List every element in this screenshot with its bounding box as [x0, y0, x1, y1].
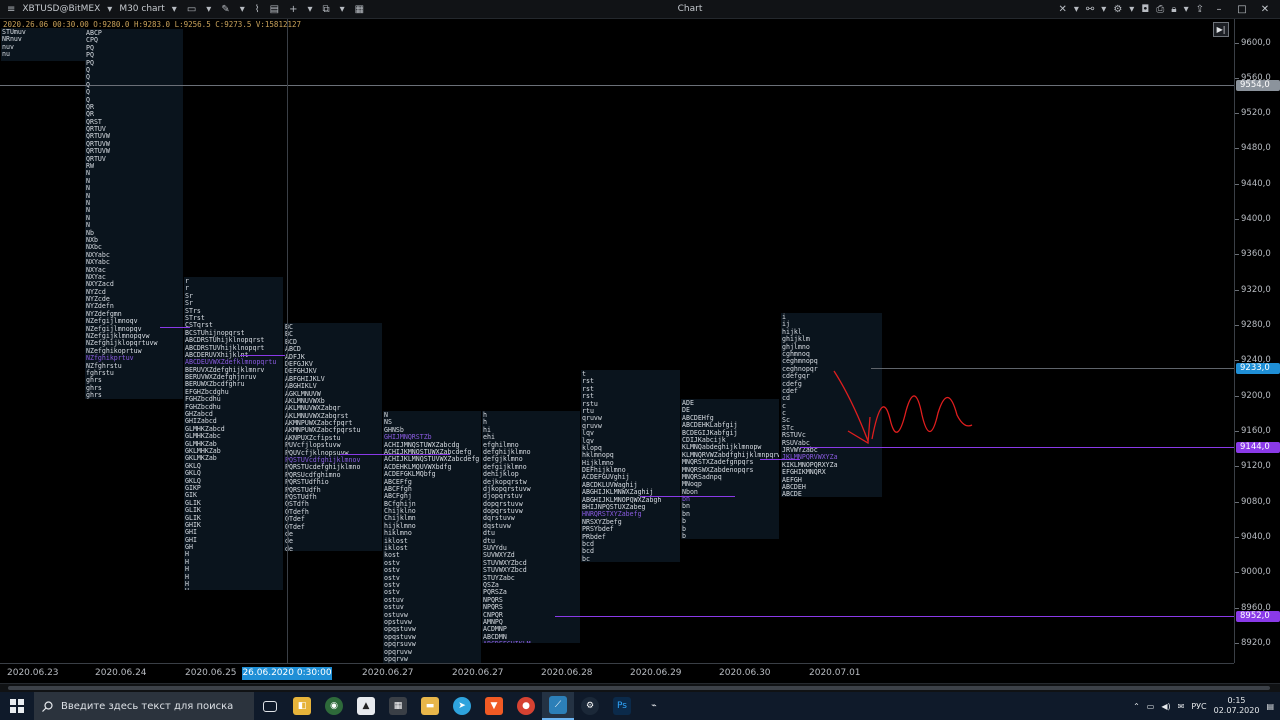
chevron-down-icon[interactable]: ▾: [1071, 0, 1082, 19]
price-badge-8952: 8952,0: [1236, 611, 1280, 622]
annotation-wave: [871, 395, 973, 440]
price-badge-9233: 9233,0: [1236, 363, 1280, 374]
photoshop-icon[interactable]: Ps: [606, 692, 638, 720]
price-badge-9554: 9554,0: [1236, 80, 1280, 91]
price-tick: 9360,0: [1235, 249, 1280, 259]
price-tick: 9280,0: [1235, 320, 1280, 330]
network-tool-icon[interactable]: ⌁: [638, 692, 670, 720]
window-title: Chart: [677, 4, 703, 14]
chevron-down-icon[interactable]: ▾: [304, 0, 315, 19]
crosshair-icon[interactable]: ✕: [1055, 0, 1069, 19]
scroll-to-end-button[interactable]: ▶|: [1213, 22, 1229, 37]
layout-icon[interactable]: ▦: [352, 0, 367, 19]
price-axis[interactable]: 9600,0 9560,0 9520,0 9480,0 9440,0 9400,…: [1234, 19, 1280, 663]
clock-date: 02.07.2020: [1213, 706, 1260, 715]
chevron-down-icon[interactable]: ▾: [337, 0, 348, 19]
chart-type-icon[interactable]: ▭: [184, 0, 199, 19]
time-label: 2020.06.28: [541, 668, 593, 678]
green-app-icon[interactable]: ◉: [318, 692, 350, 720]
steam-icon[interactable]: ⚙: [574, 692, 606, 720]
settings-icon[interactable]: ⚙: [1110, 0, 1125, 19]
price-tick: 9160,0: [1235, 426, 1280, 436]
time-label: 2020.06.27: [452, 668, 504, 678]
close-icon[interactable]: ✕: [1254, 0, 1276, 19]
price-tick: 9080,0: [1235, 497, 1280, 507]
price-tick: 9000,0: [1235, 567, 1280, 577]
price-badge-9144: 9144,0: [1236, 442, 1280, 453]
camera-icon[interactable]: ◘: [1138, 0, 1152, 19]
scrollbar-thumb[interactable]: [8, 686, 1270, 690]
chrome-browser-icon[interactable]: ●: [510, 692, 542, 720]
time-label: 2020.07.01: [809, 668, 861, 678]
horizontal-scrollbar[interactable]: [0, 683, 1280, 692]
taskbar-clock[interactable]: 0:15 02.07.2020: [1214, 696, 1260, 716]
system-tray: ⌃ ▭ ◀) ✉ РУС 0:15 02.07.2020 ▤: [1133, 692, 1274, 720]
symbol-menu-icon[interactable]: ≡: [4, 0, 18, 19]
time-label: 2020.06.30: [719, 668, 771, 678]
print-icon[interactable]: ⎙: [1153, 0, 1167, 19]
link-icon[interactable]: ⚯: [1083, 0, 1097, 19]
calculator-icon[interactable]: ▦: [382, 692, 414, 720]
time-label: 2020.06.24: [95, 668, 147, 678]
time-axis[interactable]: 2020.06.23 2020.06.24 2020.06.25 2020.06…: [0, 663, 1234, 683]
price-tick: 8920,0: [1235, 638, 1280, 648]
tray-chevron-up-icon[interactable]: ⌃: [1133, 702, 1140, 711]
window-icon[interactable]: ⧉: [320, 0, 333, 19]
start-button[interactable]: [0, 692, 34, 720]
drawing-tool-icon[interactable]: ✎: [218, 0, 232, 19]
price-tick: 9520,0: [1235, 108, 1280, 118]
chevron-down-icon[interactable]: ▾: [104, 0, 115, 19]
brave-browser-icon[interactable]: ▼: [478, 692, 510, 720]
volume-icon[interactable]: ◀): [1161, 702, 1170, 711]
time-label: 2020.06.29: [630, 668, 682, 678]
time-label: 2020.06.27: [362, 668, 414, 678]
lock-icon[interactable]: 🔒︎: [1168, 0, 1179, 19]
price-tick: 9600,0: [1235, 38, 1280, 48]
time-label: 2020.06.23: [7, 668, 59, 678]
annotation-arrow-stroke: [833, 370, 869, 442]
taskbar-search-box[interactable]: Введите здесь текст для поиска: [34, 692, 254, 720]
crosshair-time-badge: 26.06.2020 0:30:00: [242, 667, 332, 680]
price-tick: 9120,0: [1235, 461, 1280, 471]
maximize-icon[interactable]: □: [1231, 0, 1253, 19]
chevron-down-icon[interactable]: ▾: [1098, 0, 1109, 19]
search-placeholder: Введите здесь текст для поиска: [61, 700, 234, 712]
search-icon: [42, 700, 53, 712]
timeframe-label[interactable]: M30 chart: [119, 4, 164, 14]
price-tick: 9440,0: [1235, 179, 1280, 189]
price-tick: 9200,0: [1235, 391, 1280, 401]
windows-taskbar: Введите здесь текст для поиска ◧ ◉ ▲ ▦ ▬…: [0, 692, 1280, 720]
chevron-down-icon[interactable]: ▾: [237, 0, 248, 19]
price-tick: 9480,0: [1235, 143, 1280, 153]
price-tick: 9320,0: [1235, 285, 1280, 295]
template-icon[interactable]: ▤: [267, 0, 282, 19]
task-view-icon[interactable]: [254, 692, 286, 720]
windows-logo-icon: [10, 699, 24, 713]
file-explorer-icon[interactable]: ▬: [414, 692, 446, 720]
time-label: 2020.06.25: [185, 668, 237, 678]
indicator-icon[interactable]: ⌇: [252, 0, 263, 19]
language-indicator[interactable]: РУС: [1191, 702, 1206, 711]
chevron-down-icon[interactable]: ▾: [169, 0, 180, 19]
add-icon[interactable]: +: [286, 0, 300, 19]
minimize-icon[interactable]: –: [1208, 0, 1230, 19]
trading-app-icon[interactable]: ⟋: [542, 692, 574, 720]
price-tick: 9400,0: [1235, 214, 1280, 224]
chat-icon[interactable]: ✉: [1178, 702, 1185, 711]
network-icon[interactable]: ▭: [1147, 702, 1155, 711]
symbol-label[interactable]: XBTUSD@BitMEX: [22, 4, 100, 14]
telegram-icon[interactable]: ➤: [446, 692, 478, 720]
notifications-icon[interactable]: ▤: [1266, 702, 1274, 711]
clock-time: 0:15: [1227, 696, 1246, 705]
chevron-down-icon[interactable]: ▾: [203, 0, 214, 19]
store-icon[interactable]: ◧: [286, 692, 318, 720]
red-annotation-drawing: [833, 370, 973, 445]
chart-toolbar: ≡ XBTUSD@BitMEX ▾ M30 chart ▾ ▭ ▾ ✎ ▾ ⌇ …: [0, 0, 1280, 19]
market-profile-chart[interactable]: 2020.26.06 00:30.00 O:9280.0 H:9283.0 L:…: [0, 19, 1234, 663]
share-icon[interactable]: ⇪: [1193, 0, 1207, 19]
chevron-down-icon[interactable]: ▾: [1126, 0, 1137, 19]
photos-app-icon[interactable]: ▲: [350, 692, 382, 720]
price-tick: 9040,0: [1235, 532, 1280, 542]
chevron-down-icon[interactable]: ▾: [1181, 0, 1192, 19]
